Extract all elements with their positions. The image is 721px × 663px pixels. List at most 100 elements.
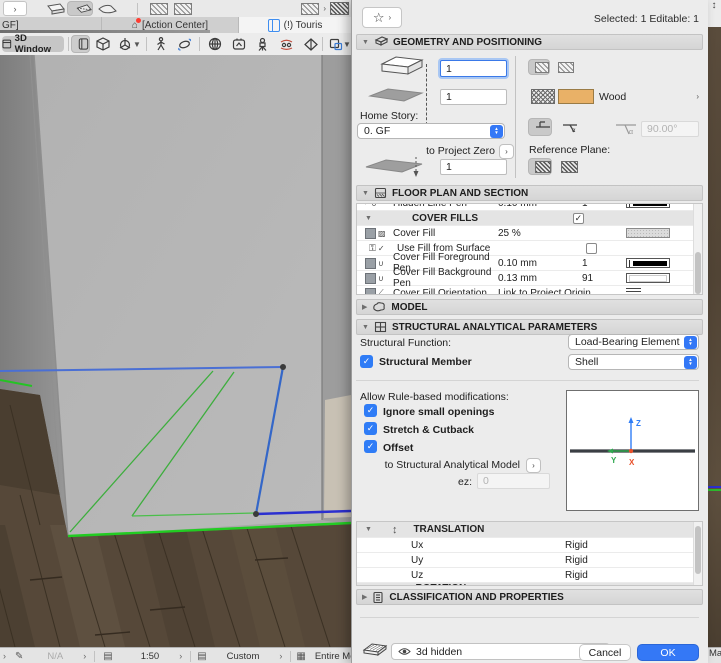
3d-window-button[interactable]: 3D Window bbox=[2, 33, 64, 55]
chevron-right-icon[interactable]: › bbox=[3, 651, 6, 661]
orbit-axis-icon[interactable] bbox=[115, 35, 134, 53]
tab-action-center-label: [Action Center] bbox=[141, 19, 209, 31]
collapse-triangle-icon[interactable]: ▼ bbox=[365, 526, 372, 533]
table-group-cover-fills[interactable]: ▼ COVER FILLS ✓ bbox=[357, 211, 702, 226]
translation-title: TRANSLATION bbox=[413, 524, 485, 535]
selection-handle[interactable] bbox=[253, 511, 259, 517]
scale-icon[interactable]: ▤ bbox=[103, 651, 112, 662]
home-view-icon[interactable] bbox=[229, 35, 248, 53]
ez-input[interactable]: 0 bbox=[477, 473, 550, 489]
table-row-cover-fill[interactable]: ▨ Cover Fill 25 % bbox=[357, 226, 702, 241]
collapse-triangle-icon[interactable]: ▼ bbox=[362, 39, 369, 46]
clone-view-dropdown-icon[interactable]: ▼ bbox=[343, 40, 351, 49]
cancel-button[interactable]: Cancel bbox=[579, 644, 631, 661]
perspective-view-icon[interactable] bbox=[71, 35, 90, 53]
slab-method-flat-icon[interactable] bbox=[41, 1, 67, 16]
collapse-triangle-icon[interactable]: ▶ bbox=[362, 593, 367, 601]
slab-thickness-icon bbox=[380, 56, 424, 75]
stretch-cutback-label: Stretch & Cutback bbox=[383, 424, 475, 436]
collapse-triangle-icon[interactable]: ▶ bbox=[362, 303, 367, 311]
home-story-select[interactable]: 0. GF ▲ ▼ bbox=[357, 123, 505, 139]
vr-object-icon[interactable] bbox=[301, 35, 320, 53]
chevron-right-icon[interactable]: › bbox=[323, 4, 326, 13]
selection-handle[interactable] bbox=[280, 364, 286, 370]
camera-icon[interactable] bbox=[253, 35, 272, 53]
section-structural-header[interactable]: ▼ STRUCTURAL ANALYTICAL PARAMETERS bbox=[356, 319, 703, 335]
table-row-background-pen[interactable]: ∪ Cover Fill Background Pen 0.13 mm 91 bbox=[357, 267, 702, 289]
edge-angle-input[interactable]: 90.00° bbox=[641, 121, 699, 137]
favorites-button[interactable]: ☆ › bbox=[362, 7, 402, 28]
model-filter-icon[interactable]: ▦ bbox=[296, 651, 305, 662]
table-row-fill-orientation[interactable]: ⟋ Cover Fill Orientation Link to Project… bbox=[357, 286, 702, 294]
offset-checkbox[interactable]: ✓ bbox=[364, 440, 377, 453]
display-mode-dropdown[interactable]: 3d hidden › bbox=[391, 643, 610, 660]
edge-custom-angle-button[interactable]: α bbox=[558, 118, 582, 136]
cover-fill-swatch[interactable] bbox=[626, 228, 670, 238]
reference-plane-bottom-button[interactable] bbox=[557, 158, 581, 175]
foreground-pen-swatch[interactable] bbox=[626, 258, 670, 268]
structural-member-value: Shell bbox=[575, 356, 599, 368]
translation-header[interactable]: ▼ ↕ TRANSLATION bbox=[357, 522, 702, 538]
to-project-zero-button[interactable]: › bbox=[499, 144, 514, 159]
scale-value[interactable]: 1:50 bbox=[141, 651, 160, 662]
table-row-ux[interactable]: Ux Rigid bbox=[357, 538, 702, 553]
top-surface-fill-button[interactable] bbox=[528, 59, 550, 75]
collapse-triangle-icon[interactable]: ▼ bbox=[362, 324, 369, 331]
cover-fill-pattern-icon[interactable] bbox=[330, 2, 349, 15]
background-pen-swatch[interactable] bbox=[626, 273, 670, 283]
level-value-input[interactable]: 1 bbox=[440, 159, 507, 175]
table-row-uy[interactable]: Uy Rigid bbox=[357, 553, 702, 568]
star-icon: ☆ bbox=[372, 9, 385, 25]
edge-vertical-button[interactable] bbox=[528, 118, 552, 136]
structural-member-select[interactable]: Shell ▲ ▼ bbox=[568, 354, 699, 370]
eye-icon bbox=[398, 648, 411, 655]
layer-combination-icon[interactable]: ▤ bbox=[197, 651, 206, 662]
stretch-cutback-checkbox[interactable]: ✓ bbox=[364, 422, 377, 435]
tab-3d-view[interactable]: (!) Touris bbox=[239, 17, 351, 33]
reference-plane-top-button[interactable] bbox=[528, 158, 552, 175]
ok-button[interactable]: OK bbox=[637, 644, 699, 661]
infobox-expand-button[interactable]: › bbox=[3, 1, 27, 16]
table-row-clipped[interactable]: ⌐∪ Hidden Line Pen 0.10 mm 1 bbox=[357, 204, 702, 211]
axonometry-view-icon[interactable] bbox=[93, 35, 112, 53]
orbit-axis-dropdown-icon[interactable]: ▼ bbox=[133, 40, 141, 49]
section-geometry-header[interactable]: ▼ GEOMETRY AND POSITIONING bbox=[356, 34, 703, 50]
orientation-lines-icon[interactable] bbox=[626, 288, 641, 294]
section-floorplan-header[interactable]: ▼ FLOOR PLAN AND SECTION bbox=[356, 185, 703, 201]
look-around-icon[interactable] bbox=[205, 35, 224, 53]
use-fill-surface-checkbox[interactable] bbox=[586, 242, 597, 254]
section-classification-header[interactable]: ▶ CLASSIFICATION AND PROPERTIES bbox=[356, 589, 703, 605]
table-scrollbar[interactable] bbox=[693, 204, 702, 294]
chevron-right-icon[interactable]: › bbox=[179, 651, 182, 661]
rotation-header-clipped[interactable]: ▼ ∩∩ ROTATION bbox=[357, 583, 702, 585]
slab-bottom-input[interactable]: 1 bbox=[440, 89, 507, 105]
slab-method-warped-icon[interactable] bbox=[93, 1, 119, 16]
cut-fill-bg-pen-icon[interactable] bbox=[174, 2, 192, 15]
walk-mode-icon[interactable] bbox=[151, 35, 170, 53]
collapse-triangle-icon[interactable]: ▼ bbox=[365, 215, 372, 222]
renovation-filter-icon[interactable]: ✎ bbox=[15, 651, 23, 662]
structural-function-select[interactable]: Load-Bearing Element ▲ ▼ bbox=[568, 334, 699, 350]
cover-fills-checkbox[interactable]: ✓ bbox=[572, 212, 584, 224]
to-analytical-model-button[interactable]: › bbox=[526, 458, 541, 473]
slab-thickness-input[interactable]: 1 bbox=[440, 60, 507, 77]
3d-viewport[interactable] bbox=[0, 54, 352, 647]
chevron-right-icon[interactable]: › bbox=[279, 651, 282, 661]
renovation-filter-value[interactable]: N/A bbox=[47, 651, 63, 662]
translation-scrollbar[interactable] bbox=[693, 522, 702, 585]
thickness-dimension-line bbox=[426, 64, 428, 130]
explore-orbit-icon[interactable] bbox=[277, 35, 296, 53]
cut-fill-pen-icon[interactable] bbox=[150, 2, 168, 15]
bottom-surface-fill-button[interactable] bbox=[555, 59, 577, 75]
ignore-openings-checkbox[interactable]: ✓ bbox=[364, 404, 377, 417]
section-model-header[interactable]: ▶ MODEL bbox=[356, 299, 703, 315]
cover-fill-icon[interactable] bbox=[301, 2, 320, 15]
structural-member-checkbox[interactable]: ✓ bbox=[360, 355, 373, 368]
chevron-right-icon[interactable]: › bbox=[83, 651, 86, 661]
slab-method-sloped-icon[interactable] bbox=[67, 1, 93, 16]
table-row-uz[interactable]: Uz Rigid bbox=[357, 568, 702, 583]
surface-material-row[interactable]: Wood › bbox=[531, 89, 699, 104]
collapse-triangle-icon[interactable]: ▼ bbox=[362, 190, 369, 197]
layer-combination-value[interactable]: Custom bbox=[227, 651, 260, 662]
orbit-mode-icon[interactable] bbox=[175, 35, 194, 53]
